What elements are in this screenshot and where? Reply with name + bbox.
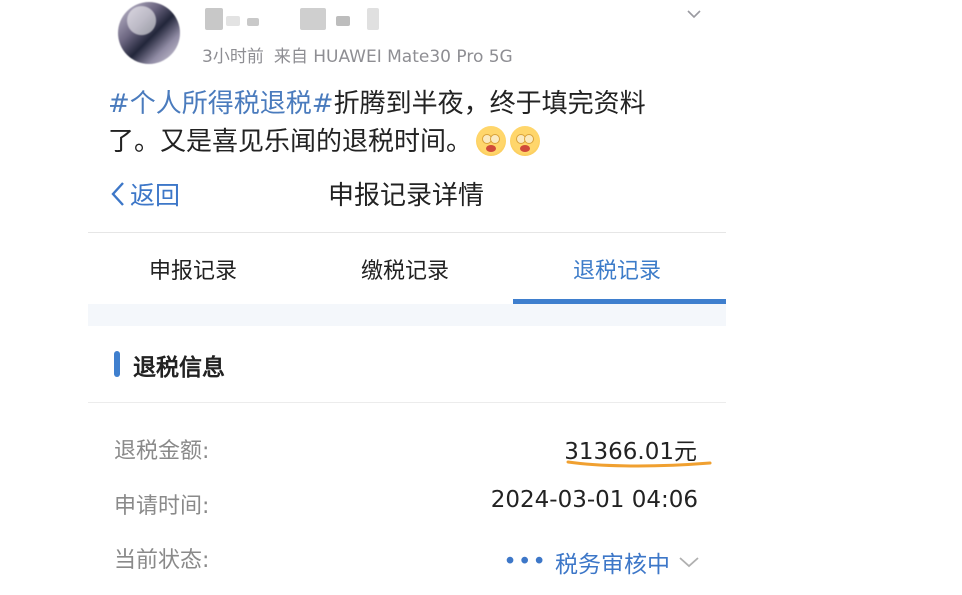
avatar[interactable] xyxy=(118,2,180,64)
post-time: 3小时前 xyxy=(202,47,264,67)
username-blurred xyxy=(300,8,326,30)
divider xyxy=(88,402,726,403)
tab-bar: 申报记录 缴税记录 退税记录 xyxy=(88,233,726,305)
emoji-icon xyxy=(510,126,541,156)
status-label: 当前状态: xyxy=(114,548,210,573)
hashtag-link[interactable]: #个人所得税退税# xyxy=(108,89,334,119)
status-value[interactable]: ••• 税务审核中 xyxy=(503,545,700,579)
apply-time-label: 申请时间: xyxy=(114,494,210,519)
back-chevron-icon xyxy=(111,182,124,206)
section-marker xyxy=(114,351,120,377)
username-blurred xyxy=(247,18,259,26)
username-blurred xyxy=(367,8,379,30)
post-meta: 3小时前 来自 HUAWEI Mate30 Pro 5G xyxy=(202,42,513,67)
chevron-down-icon xyxy=(679,557,699,568)
apply-time-value: 2024-03-01 04:06 xyxy=(490,487,698,513)
section-separator xyxy=(88,304,726,326)
tab-refund-records[interactable]: 退税记录 xyxy=(542,253,692,285)
section-title: 退税信息 xyxy=(133,355,225,381)
tab-declaration-records[interactable]: 申报记录 xyxy=(118,253,268,285)
highlight-underline xyxy=(566,460,712,468)
username-blurred xyxy=(226,16,240,26)
status-dots: ••• xyxy=(503,549,547,575)
refund-amount-label: 退税金额: xyxy=(114,439,210,464)
page-title: 申报记录详情 xyxy=(327,181,484,211)
post-text-line1: 折腾到半夜，终于填完资料 xyxy=(333,89,646,119)
status-text: 税务审核中 xyxy=(555,552,670,578)
chevron-down-icon[interactable] xyxy=(686,6,702,22)
post-body: #个人所得税退税#折腾到半夜，终于填完资料 了。又是喜见乐闻的退税时间。 xyxy=(108,85,688,161)
emoji-icon xyxy=(476,126,507,156)
username-blurred xyxy=(336,16,350,26)
back-button[interactable]: 返回 xyxy=(110,176,180,212)
tab-payment-records[interactable]: 缴税记录 xyxy=(330,253,480,285)
username-blurred[interactable] xyxy=(205,8,223,30)
back-label: 返回 xyxy=(130,181,181,210)
post-source: 来自 HUAWEI Mate30 Pro 5G xyxy=(273,47,513,67)
post-text-line2: 了。又是喜见乐闻的退税时间。 xyxy=(108,127,473,157)
